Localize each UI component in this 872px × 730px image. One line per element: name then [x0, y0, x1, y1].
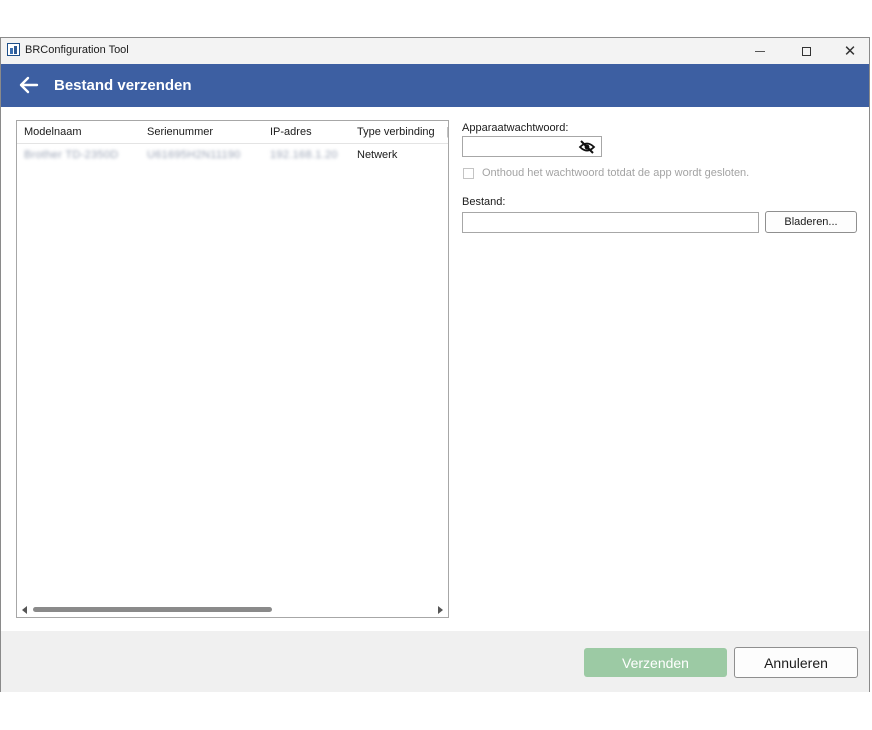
column-header-serial[interactable]: Serienummer [147, 126, 213, 138]
cell-connection: Netwerk [357, 149, 398, 161]
device-table[interactable]: Modelnaam Serienummer IP-adres Type verb… [16, 120, 449, 618]
table-header: Modelnaam Serienummer IP-adres Type verb… [17, 121, 448, 144]
cancel-button[interactable]: Annuleren [734, 647, 858, 678]
app-icon [7, 43, 20, 56]
browse-button[interactable]: Bladeren... [765, 211, 857, 233]
window-title: BRConfiguration Tool [25, 44, 129, 56]
table-row[interactable]: Brother TD-2350D U61695H2N11190 192.168.… [17, 144, 448, 166]
minimize-icon [755, 50, 765, 52]
maximize-icon [801, 46, 811, 56]
column-header-extra: | [446, 126, 449, 138]
eye-slash-icon[interactable] [578, 139, 596, 155]
cell-ip: 192.168.1.20 [270, 149, 338, 161]
maximize-button[interactable] [785, 38, 827, 64]
column-header-ip[interactable]: IP-adres [270, 126, 312, 138]
close-button[interactable]: ✕ [829, 38, 871, 64]
file-path-input[interactable] [462, 212, 759, 233]
horizontal-scrollbar[interactable] [17, 603, 448, 617]
title-bar: BRConfiguration Tool ✕ [1, 38, 869, 64]
page-title: Bestand verzenden [54, 77, 192, 94]
remember-password-label: Onthoud het wachtwoord totdat de app wor… [482, 167, 750, 179]
arrow-left-icon[interactable] [18, 75, 40, 95]
cell-serial: U61695H2N11190 [147, 149, 241, 161]
column-header-connection[interactable]: Type verbinding [357, 126, 435, 138]
page-header: Bestand verzenden [1, 64, 869, 107]
remember-password-checkbox[interactable] [463, 168, 474, 179]
app-window: BRConfiguration Tool ✕ Bestand verzenden… [0, 37, 870, 692]
scroll-left-icon[interactable] [22, 606, 27, 614]
column-header-model[interactable]: Modelnaam [24, 126, 81, 138]
footer-bar: Verzenden Annuleren [1, 631, 869, 692]
send-button[interactable]: Verzenden [584, 648, 727, 677]
file-label: Bestand: [462, 196, 506, 208]
scroll-right-icon[interactable] [438, 606, 443, 614]
main-content: Modelnaam Serienummer IP-adres Type verb… [1, 107, 869, 631]
cell-model: Brother TD-2350D [24, 149, 119, 161]
minimize-button[interactable] [739, 38, 781, 64]
scrollbar-thumb[interactable] [33, 607, 272, 612]
password-label: Apparaatwachtwoord: [462, 122, 569, 134]
password-field[interactable] [462, 136, 602, 157]
close-icon: ✕ [843, 42, 857, 60]
